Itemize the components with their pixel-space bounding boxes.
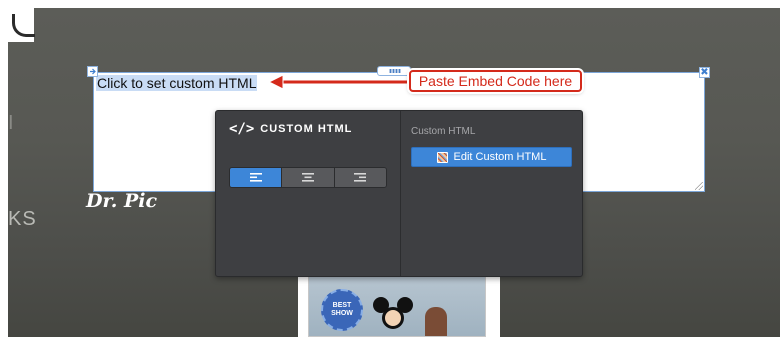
page-heading[interactable]: Dr. Pic xyxy=(86,190,157,212)
custom-html-panel: </> CUSTOM HTML Custom HTML Edit Custom … xyxy=(215,110,583,277)
alignment-control xyxy=(229,167,387,188)
photo-image: BEST SHOW xyxy=(308,272,486,337)
arrow-icon[interactable] xyxy=(87,66,98,77)
nav-text-fragment[interactable]: KS xyxy=(8,208,37,231)
panel-title: CUSTOM HTML xyxy=(260,123,353,135)
section-label: Custom HTML xyxy=(411,126,476,137)
align-left-button[interactable] xyxy=(230,168,283,187)
logo-fragment xyxy=(8,8,35,42)
align-center-icon xyxy=(301,173,314,182)
annotation-arrow-icon xyxy=(268,74,410,90)
person-figure xyxy=(425,307,447,336)
panel-header: </> CUSTOM HTML xyxy=(229,121,352,137)
annotation-callout: Paste Embed Code here xyxy=(409,70,582,92)
align-right-icon xyxy=(354,173,367,182)
align-right-button[interactable] xyxy=(334,168,386,187)
photo-element[interactable]: BEST SHOW xyxy=(298,268,500,337)
custom-html-placeholder[interactable]: Click to set custom HTML xyxy=(96,75,258,91)
resize-grip-icon[interactable] xyxy=(695,182,703,190)
edit-button-label: Edit Custom HTML xyxy=(453,151,547,163)
align-left-icon xyxy=(249,173,262,182)
close-icon[interactable]: ✖ xyxy=(699,67,710,78)
character-figure xyxy=(373,297,413,336)
align-center-button[interactable] xyxy=(282,168,335,187)
edit-custom-html-button[interactable]: Edit Custom HTML xyxy=(411,147,572,167)
photo-badge: BEST SHOW xyxy=(321,289,363,331)
code-icon: </> xyxy=(229,121,255,137)
html-edit-icon xyxy=(436,151,448,163)
side-text-fragment: I xyxy=(8,112,14,134)
panel-layout-section: </> CUSTOM HTML xyxy=(216,111,400,276)
panel-settings-section: Custom HTML Edit Custom HTML xyxy=(401,111,583,276)
